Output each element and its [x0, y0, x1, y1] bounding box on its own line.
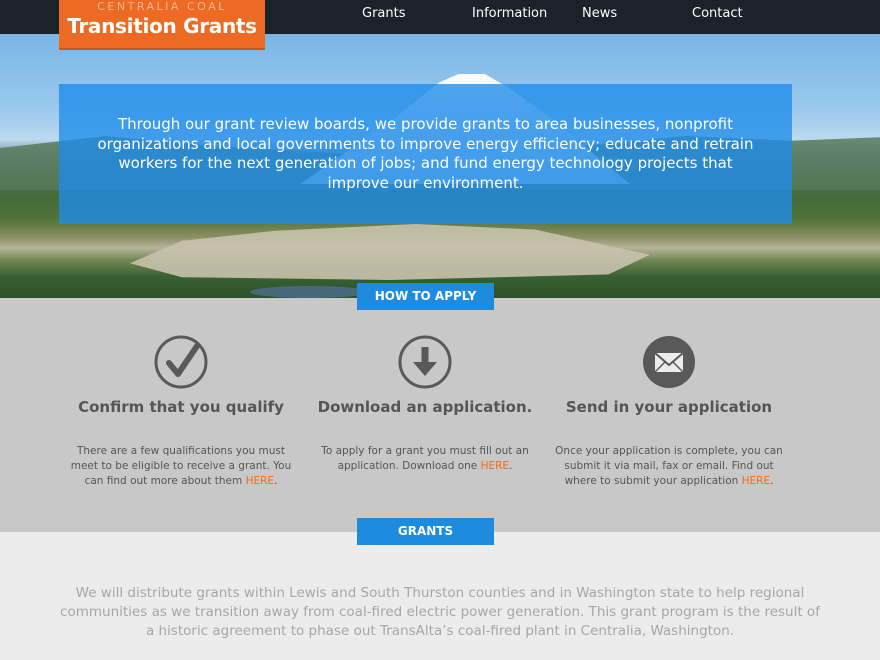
step-submit: Send in your application Once your appli…	[549, 334, 789, 489]
step-description: Once your application is complete, you c…	[554, 444, 784, 489]
download-here-link[interactable]: HERE	[481, 460, 509, 472]
step-title: Download an application.	[317, 398, 533, 416]
how-to-apply-section: Confirm that you qualify There are a few…	[0, 298, 880, 532]
nav-link-information[interactable]: Information	[472, 6, 547, 21]
step-title: Confirm that you qualify	[78, 398, 284, 416]
hero-lake	[250, 286, 370, 298]
download-arrow-icon	[398, 335, 452, 389]
step-title: Send in your application	[565, 398, 773, 416]
logo-subtitle: CENTRALIA COAL	[97, 0, 227, 13]
envelope-icon	[643, 336, 695, 388]
top-nav: CENTRALIA COAL Transition Grants Grants …	[0, 0, 880, 48]
qualifications-here-link[interactable]: HERE	[246, 475, 274, 487]
step-confirm: Confirm that you qualify There are a few…	[61, 334, 301, 489]
logo-title: Transition Grants	[67, 14, 257, 38]
step-description: To apply for a grant you must fill out a…	[310, 444, 540, 474]
step-download: Download an application. To apply for a …	[305, 334, 545, 474]
grants-description: We will distribute grants within Lewis a…	[60, 585, 820, 639]
step-description-end: .	[509, 460, 513, 472]
submit-here-link[interactable]: HERE	[742, 475, 770, 487]
step-description-end: .	[274, 475, 278, 487]
site-logo[interactable]: CENTRALIA COAL Transition Grants	[59, 0, 265, 48]
grants-section: We will distribute grants within Lewis a…	[0, 532, 880, 660]
step-description-end: .	[770, 475, 774, 487]
hero-text: Through our grant review boards, we prov…	[97, 115, 754, 192]
nav-link-grants[interactable]: Grants	[362, 6, 406, 21]
step-description: There are a few qualifications you must …	[66, 444, 296, 489]
hero-overlay: Through our grant review boards, we prov…	[59, 84, 792, 224]
how-to-apply-tab[interactable]: HOW TO APPLY	[357, 283, 494, 310]
checkmark-icon	[154, 335, 208, 389]
grants-tab[interactable]: GRANTS	[357, 518, 494, 545]
nav-link-contact[interactable]: Contact	[692, 6, 743, 21]
hero-banner: Through our grant review boards, we prov…	[0, 34, 880, 298]
nav-link-news[interactable]: News	[582, 6, 617, 21]
hero-quarry	[130, 224, 650, 280]
